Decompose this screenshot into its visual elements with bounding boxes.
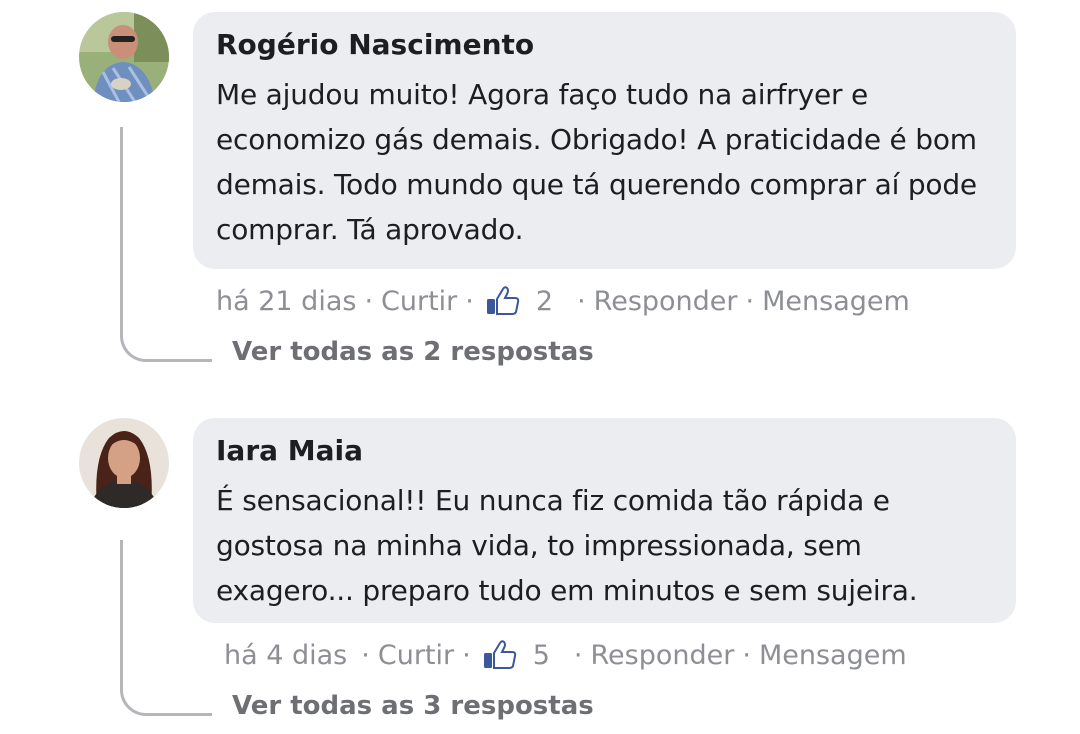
separator: · — [364, 285, 374, 317]
reply-link[interactable]: Responder — [591, 640, 735, 671]
comment-actions: há 4 dias · Curtir · 5 · Responder · Men… — [224, 637, 907, 673]
like-link[interactable]: Curtir — [378, 640, 454, 671]
like-count: 2 — [535, 285, 554, 317]
separator: · — [462, 639, 471, 671]
avatar[interactable] — [79, 418, 169, 508]
reply-thread-line — [120, 540, 212, 716]
comment-text: Me ajudou muito! Agora faço tudo na airf… — [216, 78, 977, 246]
separator: · — [745, 285, 755, 317]
message-link[interactable]: Mensagem — [759, 640, 907, 671]
reply-thread-line — [120, 127, 212, 362]
avatar-photo-icon — [79, 418, 169, 508]
message-link[interactable]: Mensagem — [762, 286, 910, 317]
separator: · — [573, 639, 583, 671]
avatar-photo-icon — [79, 12, 169, 102]
view-replies-link[interactable]: Ver todas as 2 respostas — [232, 337, 594, 367]
comment-text: É sensacional!! Eu nunca fiz comida tão … — [216, 484, 918, 607]
thumbs-up-icon — [483, 640, 517, 670]
separator: · — [465, 285, 474, 317]
reply-link[interactable]: Responder — [594, 286, 738, 317]
like-count: 5 — [532, 639, 550, 671]
separator: · — [577, 285, 586, 317]
view-replies-link[interactable]: Ver todas as 3 respostas — [232, 691, 594, 721]
comment-time[interactable]: há 4 dias — [224, 640, 347, 671]
comment-author[interactable]: Iara Maia — [216, 432, 992, 470]
comment-bubble: Iara Maia É sensacional!! Eu nunca fiz c… — [193, 418, 1016, 623]
comment-time[interactable]: há 21 dias — [216, 286, 356, 317]
like-link[interactable]: Curtir — [381, 286, 457, 317]
avatar[interactable] — [79, 12, 169, 102]
thumbs-up-icon — [486, 286, 520, 316]
comment-bubble: Rogério Nascimento Me ajudou muito! Agor… — [193, 12, 1016, 269]
comment-author[interactable]: Rogério Nascimento — [216, 26, 992, 64]
separator: · — [742, 639, 751, 671]
comment-actions: há 21 dias · Curtir · 2 · Responder · Me… — [216, 283, 910, 319]
separator: · — [361, 639, 370, 671]
